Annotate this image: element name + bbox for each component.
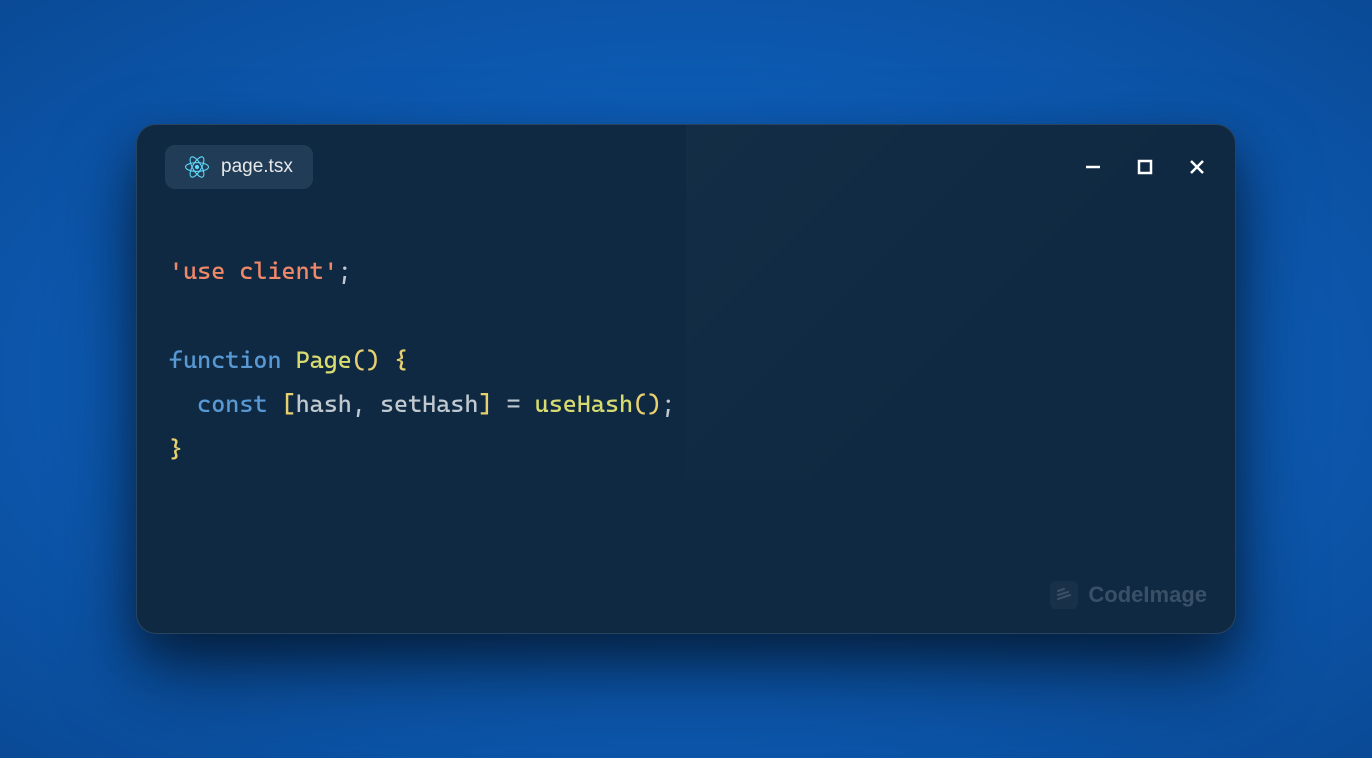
- minimize-button[interactable]: [1083, 157, 1103, 177]
- titlebar: page.tsx: [137, 125, 1235, 209]
- react-icon: [185, 155, 209, 179]
- code-area[interactable]: 'use client'; function Page() { const [h…: [137, 209, 1235, 633]
- code-line: [169, 293, 1203, 337]
- file-tab[interactable]: page.tsx: [165, 145, 313, 189]
- maximize-button[interactable]: [1135, 157, 1155, 177]
- close-button[interactable]: [1187, 157, 1207, 177]
- code-line: function Page() {: [169, 338, 1203, 382]
- watermark: CodeImage: [1050, 581, 1207, 609]
- codeimage-logo-icon: [1050, 581, 1078, 609]
- code-editor-window: page.tsx 'use client'; function Page() {…: [136, 124, 1236, 634]
- code-line: const [hash, setHash] = useHash();: [169, 382, 1203, 426]
- watermark-label: CodeImage: [1088, 582, 1207, 608]
- code-line: 'use client';: [169, 249, 1203, 293]
- code-line: }: [169, 427, 1203, 471]
- tab-filename: page.tsx: [221, 156, 293, 178]
- window-controls: [1083, 157, 1207, 177]
